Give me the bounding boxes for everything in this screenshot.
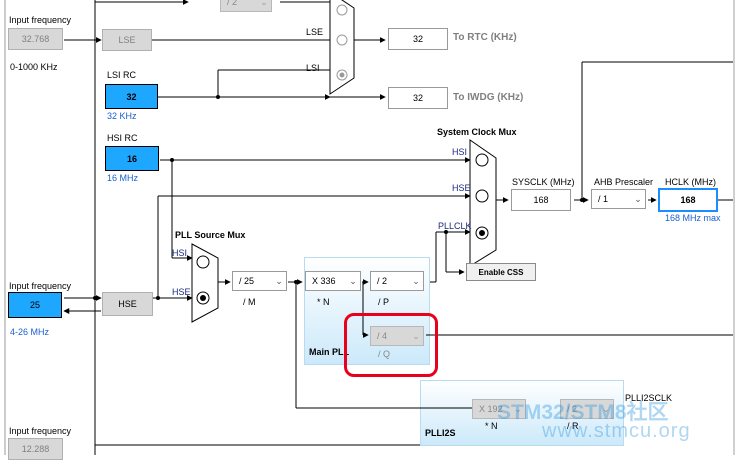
pllq-highlight-annotation bbox=[344, 313, 438, 377]
chevron-down-icon: ⌄ bbox=[260, 0, 268, 7]
plln-value: X 336 bbox=[312, 276, 336, 286]
hclk-field[interactable]: 168 bbox=[658, 188, 718, 212]
plln-label: * N bbox=[317, 297, 330, 307]
hclk-max-label: 168 MHz max bbox=[665, 213, 721, 223]
hse-input-frequency-field[interactable]: 25 bbox=[8, 292, 62, 318]
i2s-input-frequency-label: Input frequency bbox=[9, 426, 72, 436]
rtc-mux-input-lsi: LSI bbox=[306, 63, 320, 73]
lse-block: LSE bbox=[102, 29, 152, 51]
rtc-output-field: 32 bbox=[388, 28, 448, 50]
enable-css-button[interactable]: Enable CSS bbox=[466, 263, 536, 281]
hse-block: HSE bbox=[102, 292, 153, 316]
to-iwdg-label: To IWDG (KHz) bbox=[453, 92, 524, 103]
plli2s-label: PLLI2S bbox=[425, 428, 456, 438]
lsi-rc-title: LSI RC bbox=[107, 70, 137, 80]
rtc-mux-input-lse: LSE bbox=[306, 27, 324, 37]
top-divider-value: / 2 bbox=[227, 0, 238, 7]
sysclk-label: SYSCLK (MHz) bbox=[512, 177, 575, 187]
lse-input-frequency-field[interactable]: 32.768 bbox=[8, 28, 63, 50]
chevron-down-icon: ⌄ bbox=[634, 193, 642, 204]
chevron-down-icon: ⌄ bbox=[412, 275, 420, 286]
pllm-label: / M bbox=[243, 297, 256, 307]
ahb-prescaler-value: / 1 bbox=[598, 194, 609, 204]
pllp-label: / P bbox=[378, 297, 390, 307]
chevron-down-icon: ⌄ bbox=[275, 275, 283, 286]
hse-range-label: 4-26 MHz bbox=[10, 327, 50, 337]
pllm-divider-select[interactable]: / 25 ⌄ bbox=[232, 271, 287, 291]
pll-source-mux-title: PLL Source Mux bbox=[175, 230, 246, 240]
watermark-url: www.stmcu.org bbox=[542, 420, 691, 442]
ahb-prescaler-select[interactable]: / 1 ⌄ bbox=[591, 189, 646, 209]
pllm-value: / 25 bbox=[239, 276, 255, 286]
pllp-value: / 2 bbox=[377, 276, 388, 286]
pll-panel-wiring bbox=[362, 279, 472, 409]
pllp-divider-select[interactable]: / 2 ⌄ bbox=[370, 271, 424, 291]
chevron-down-icon: ⌄ bbox=[349, 275, 357, 286]
sys-mux-input-hsi: HSI bbox=[452, 147, 468, 157]
lse-range-label: 0-1000 KHz bbox=[10, 62, 58, 72]
sys-mux-input-hse: HSE bbox=[452, 183, 471, 193]
hsi-unit-label: 16 MHz bbox=[107, 173, 139, 183]
lsi-unit-label: 32 KHz bbox=[107, 111, 137, 121]
main-pll-label: Main PLL bbox=[309, 347, 349, 357]
plln-multiplier-select[interactable]: X 336 ⌄ bbox=[305, 271, 361, 291]
to-rtc-label: To RTC (KHz) bbox=[453, 32, 517, 43]
hse-input-frequency-label: Input frequency bbox=[9, 281, 72, 291]
system-clock-mux-title: System Clock Mux bbox=[437, 127, 517, 137]
clock-configuration-canvas: Input frequency 32.768 0-1000 KHz LSI RC… bbox=[0, 0, 735, 460]
pll-src-input-hsi: HSI bbox=[172, 248, 188, 258]
pll-src-input-hse: HSE bbox=[172, 287, 191, 297]
plli2sn-label: * N bbox=[485, 421, 498, 431]
hsi-value-field[interactable]: 16 bbox=[105, 146, 159, 171]
ahb-prescaler-label: AHB Prescaler bbox=[594, 177, 654, 187]
hsi-rc-title: HSI RC bbox=[107, 133, 138, 143]
lsi-value-field[interactable]: 32 bbox=[105, 84, 158, 109]
sysclk-output-field: 168 bbox=[511, 189, 571, 211]
iwdg-output-field: 32 bbox=[388, 87, 448, 109]
top-divider-select[interactable]: / 2 ⌄ bbox=[220, 0, 272, 12]
sys-mux-input-pllclk: PLLCLK bbox=[438, 221, 472, 231]
lse-input-frequency-label: Input frequency bbox=[9, 15, 72, 25]
hclk-label: HCLK (MHz) bbox=[665, 177, 716, 187]
i2s-input-frequency-field[interactable]: 12.288 bbox=[8, 438, 63, 460]
